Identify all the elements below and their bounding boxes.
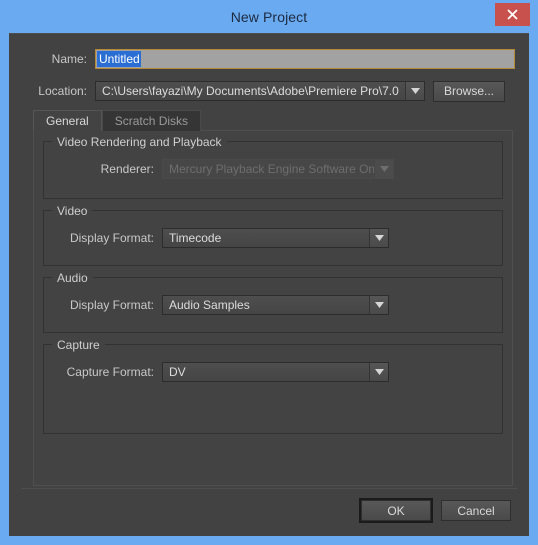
cancel-button[interactable]: Cancel	[441, 500, 511, 521]
capture-format-label: Capture Format:	[66, 365, 154, 379]
chevron-down-icon[interactable]	[369, 229, 388, 247]
renderer-combobox: Mercury Playback Engine Software Only	[162, 159, 394, 179]
close-button[interactable]	[495, 3, 530, 26]
tabs-container: General Scratch Disks Video Rendering an…	[33, 110, 513, 486]
chevron-down-icon	[374, 160, 393, 178]
capture-format-value: DV	[169, 365, 186, 379]
group-capture: Capture Capture Format: DV	[43, 338, 503, 434]
audio-display-format-combobox[interactable]: Audio Samples	[162, 295, 389, 315]
name-input[interactable]: Untitled	[95, 49, 515, 69]
capture-format-combobox[interactable]: DV	[162, 362, 389, 382]
renderer-label: Renderer:	[100, 162, 154, 176]
group-title-rendering: Video Rendering and Playback	[52, 135, 227, 149]
capture-format-row: Capture Format: DV	[44, 361, 502, 383]
tabstrip: General Scratch Disks	[33, 110, 513, 131]
dialog-body: Name: Untitled Location: C:\Users\fayazi…	[9, 33, 529, 536]
group-video-rendering-and-playback: Video Rendering and Playback Renderer: M…	[43, 135, 503, 199]
name-row: Name: Untitled	[9, 48, 529, 70]
group-title-audio: Audio	[52, 271, 93, 285]
location-combobox-value: C:\Users\fayazi\My Documents\Adobe\Premi…	[102, 84, 399, 98]
video-display-format-row: Display Format: Timecode	[44, 227, 502, 249]
renderer-row: Renderer: Mercury Playback Engine Softwa…	[44, 158, 502, 180]
location-label: Location:	[38, 84, 87, 98]
browse-button[interactable]: Browse...	[433, 80, 505, 102]
audio-display-format-label: Display Format:	[69, 298, 154, 312]
video-display-format-label: Display Format:	[69, 231, 154, 245]
name-input-value: Untitled	[97, 51, 141, 67]
group-title-video: Video	[52, 204, 93, 218]
location-row: Location: C:\Users\fayazi\My Documents\A…	[9, 80, 529, 102]
audio-display-format-row: Display Format: Audio Samples	[44, 294, 502, 316]
footer-divider	[21, 488, 517, 489]
name-label: Name:	[51, 52, 87, 66]
chevron-down-icon[interactable]	[369, 296, 388, 314]
chevron-down-icon[interactable]	[405, 82, 424, 100]
tabpanel-general: Video Rendering and Playback Renderer: M…	[33, 130, 513, 486]
tab-scratch-disks[interactable]: Scratch Disks	[101, 110, 202, 131]
group-video: Video Display Format: Timecode	[43, 204, 503, 266]
close-icon	[507, 9, 518, 20]
ok-button[interactable]: OK	[359, 498, 433, 523]
chevron-down-icon[interactable]	[369, 363, 388, 381]
dialog-footer: OK Cancel	[9, 488, 529, 536]
video-display-format-combobox[interactable]: Timecode	[162, 228, 389, 248]
new-project-dialog-window: New Project Name: Untitled Location: C:\…	[0, 0, 538, 545]
group-title-capture: Capture	[52, 338, 105, 352]
page-title: New Project	[230, 8, 308, 25]
title-bar: New Project	[0, 0, 538, 33]
location-combobox[interactable]: C:\Users\fayazi\My Documents\Adobe\Premi…	[95, 81, 425, 101]
audio-display-format-value: Audio Samples	[169, 298, 250, 312]
tab-general[interactable]: General	[33, 110, 102, 131]
footer-buttons: OK Cancel	[359, 498, 511, 523]
group-audio: Audio Display Format: Audio Samples	[43, 271, 503, 333]
renderer-combobox-value: Mercury Playback Engine Software Only	[169, 162, 374, 176]
video-display-format-value: Timecode	[169, 231, 222, 245]
